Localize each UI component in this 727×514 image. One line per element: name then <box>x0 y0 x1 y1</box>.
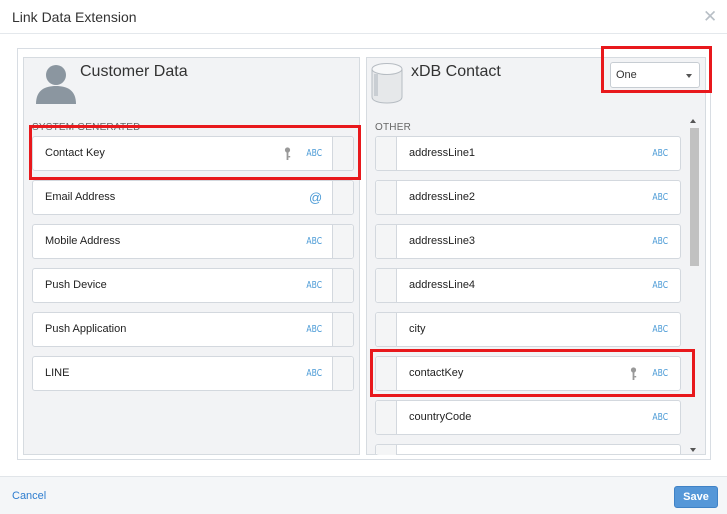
type-indicator: ABC <box>652 412 669 423</box>
system-generated-label: SYSTEM GENERATED <box>32 122 141 133</box>
drag-handle[interactable] <box>332 181 353 214</box>
type-indicator: ABC <box>306 324 323 335</box>
mapping-content: Customer Data SYSTEM GENERATED Contact K… <box>17 48 711 460</box>
field-label: Mobile Address <box>45 235 121 247</box>
xdb-contact-header: xDB Contact One <box>367 58 705 104</box>
drag-handle[interactable] <box>376 181 397 214</box>
field-row-countrycode[interactable]: countryCode ABC <box>375 400 681 435</box>
scroll-up-icon[interactable] <box>690 119 696 123</box>
field-label: Contact Key <box>45 147 105 159</box>
xdb-contact-title: xDB Contact <box>411 63 501 80</box>
drag-handle[interactable] <box>332 269 353 302</box>
type-indicator: ABC <box>652 280 669 291</box>
field-row-line[interactable]: LINE ABC <box>32 356 354 391</box>
cancel-link[interactable]: Cancel <box>12 490 46 502</box>
customer-data-title: Customer Data <box>80 63 188 80</box>
scroll-thumb[interactable] <box>690 128 699 266</box>
scroll-down-icon[interactable] <box>690 448 696 452</box>
field-row-addressline3[interactable]: addressLine3 ABC <box>375 224 681 259</box>
field-row-addressline2[interactable]: addressLine2 ABC <box>375 180 681 215</box>
key-icon <box>630 367 637 380</box>
field-label: contactKey <box>409 367 464 379</box>
type-indicator: ABC <box>306 148 323 159</box>
type-indicator: ABC <box>306 368 323 379</box>
customer-data-panel: Customer Data SYSTEM GENERATED Contact K… <box>23 57 360 455</box>
drag-handle[interactable] <box>376 445 397 455</box>
type-indicator: ABC <box>652 192 669 203</box>
email-type-icon: @ <box>309 190 323 205</box>
type-indicator: ABC <box>652 236 669 247</box>
field-label: Push Application <box>45 323 127 335</box>
drag-handle[interactable] <box>376 313 397 346</box>
drag-handle[interactable] <box>332 225 353 258</box>
customer-data-header: Customer Data <box>24 58 359 104</box>
xdb-contact-panel: xDB Contact One OTHER addressLine1 ABC a… <box>366 57 706 455</box>
other-label: OTHER <box>375 122 411 133</box>
chevron-down-icon <box>686 74 692 78</box>
field-row-contact-key[interactable]: Contact Key ABC <box>32 136 354 171</box>
field-label: Push Device <box>45 279 107 291</box>
field-label: city <box>409 323 426 335</box>
type-indicator: ABC <box>652 148 669 159</box>
drag-handle[interactable] <box>376 401 397 434</box>
type-indicator: ABC <box>306 236 323 247</box>
dialog-title: Link Data Extension <box>12 9 137 25</box>
drag-handle[interactable] <box>376 269 397 302</box>
relationship-dropdown[interactable]: One <box>610 62 700 88</box>
field-list-scrollbar[interactable] <box>687 116 701 454</box>
dialog-footer: Cancel Save <box>0 476 727 514</box>
dialog-header: Link Data Extension ✕ <box>0 0 727 34</box>
field-row-push-device[interactable]: Push Device ABC <box>32 268 354 303</box>
type-indicator: ABC <box>652 368 669 379</box>
field-row-mobile-address[interactable]: Mobile Address ABC <box>32 224 354 259</box>
drag-handle[interactable] <box>332 313 353 346</box>
field-row-partial[interactable] <box>375 444 681 455</box>
type-indicator: ABC <box>652 324 669 335</box>
field-row-email-address[interactable]: Email Address @ <box>32 180 354 215</box>
drag-handle[interactable] <box>332 137 353 170</box>
field-label: addressLine3 <box>409 235 476 247</box>
save-button[interactable]: Save <box>674 486 718 508</box>
field-label: addressLine4 <box>409 279 476 291</box>
drag-handle[interactable] <box>376 225 397 258</box>
close-icon[interactable]: ✕ <box>703 8 717 25</box>
person-icon <box>36 65 76 104</box>
field-label: countryCode <box>409 411 472 423</box>
field-row-addressline4[interactable]: addressLine4 ABC <box>375 268 681 303</box>
field-row-addressline1[interactable]: addressLine1 ABC <box>375 136 681 171</box>
relationship-value: One <box>616 69 637 81</box>
field-row-contactkey[interactable]: contactKey ABC <box>375 356 681 391</box>
drag-handle[interactable] <box>376 137 397 170</box>
field-label: addressLine2 <box>409 191 476 203</box>
key-icon <box>284 147 291 160</box>
field-row-city[interactable]: city ABC <box>375 312 681 347</box>
database-icon <box>371 63 403 104</box>
drag-handle[interactable] <box>376 357 397 390</box>
drag-handle[interactable] <box>332 357 353 390</box>
field-row-push-application[interactable]: Push Application ABC <box>32 312 354 347</box>
field-label: Email Address <box>45 191 116 203</box>
field-label: LINE <box>45 367 70 379</box>
type-indicator: ABC <box>306 280 323 291</box>
field-label: addressLine1 <box>409 147 476 159</box>
